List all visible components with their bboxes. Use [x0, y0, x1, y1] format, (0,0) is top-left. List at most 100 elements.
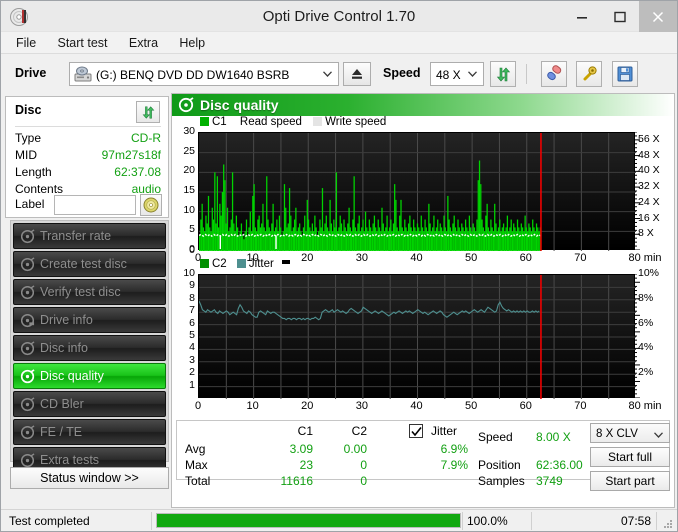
menu-file[interactable]: File [7, 32, 45, 54]
menu-help[interactable]: Help [170, 32, 214, 54]
legend-swatch-write-speed [313, 117, 322, 126]
write-strategy-select[interactable]: 8 X CLV [590, 423, 670, 443]
jitter-y2-tick: 4% [638, 341, 653, 353]
jitter-checkbox[interactable] [409, 424, 423, 438]
panel-title: Disc quality [200, 94, 279, 116]
jitter-stats-label: Jitter [431, 424, 457, 438]
jitter-y-tick: 9 [173, 279, 195, 291]
app-window: Opti Drive Control 1.70 File Start test … [0, 0, 678, 532]
disc-row-key: Type [15, 131, 41, 145]
c1-y-tick: 30 [173, 125, 195, 137]
disc-box-title: Disc [15, 103, 41, 117]
jitter-x-tick: 60 [504, 400, 548, 412]
start-part-button[interactable]: Start part [590, 471, 670, 491]
nav-item-label: Transfer rate [40, 229, 111, 243]
menu-extra[interactable]: Extra [120, 32, 167, 54]
jitter-max-value: 7.9% [392, 458, 468, 472]
stats-c1-total: 11616 [257, 474, 313, 488]
resize-grip-icon[interactable] [663, 518, 673, 528]
drive-label: Drive [15, 66, 46, 80]
menu-bar: File Start test Extra Help [1, 32, 677, 54]
jitter-plot-area [198, 274, 635, 398]
test-nav-list: Transfer rate Create test disc Verify te… [10, 220, 169, 462]
c1-y-tick: 25 [173, 145, 195, 157]
status-window-button[interactable]: Status window >> [10, 467, 169, 489]
disc-refresh-button[interactable] [136, 101, 160, 123]
start-full-button[interactable]: Start full [590, 447, 670, 467]
jitter-legend: C2 Jitter [200, 258, 293, 270]
nav-item-cd-bler[interactable]: CD Bler [13, 391, 166, 417]
disc-row-value: 97m27s18f [102, 148, 161, 162]
status-divider [656, 512, 657, 530]
c1-y-tick: 15 [173, 184, 195, 196]
jitter-x-tick: 20 [285, 400, 329, 412]
nav-item-label: CD Bler [40, 397, 84, 411]
speed-value: 48 X [436, 63, 461, 87]
nav-item-drive-info[interactable]: Drive info [13, 307, 166, 333]
disc-row-mid: MID 97m27s18f [15, 148, 161, 164]
nav-item-create-test-disc[interactable]: Create test disc [13, 251, 166, 277]
legend-swatch-black [282, 260, 290, 264]
disc-row-key: MID [15, 148, 37, 162]
drive-icon [74, 66, 92, 83]
nav-item-verify-test-disc[interactable]: Verify test disc [13, 279, 166, 305]
disc-label-input[interactable] [54, 195, 136, 215]
jitter-y-tick: 1 [173, 379, 195, 391]
maximize-button[interactable] [601, 1, 639, 32]
eject-button[interactable] [343, 62, 371, 86]
legend-label-c2: C2 [212, 258, 227, 270]
disc-create-icon [14, 257, 40, 272]
nav-item-label: Disc quality [40, 369, 104, 383]
close-button[interactable] [639, 1, 677, 32]
nav-item-disc-quality[interactable]: Disc quality [13, 363, 166, 389]
stats-c2-avg: 0.00 [317, 442, 367, 456]
disc-label-label: Label [15, 197, 44, 211]
c1-y2-tick: 8 X [638, 227, 654, 239]
nav-item-label: Disc info [40, 341, 88, 355]
c1-y2-tick: 32 X [638, 180, 660, 192]
jitter-chart: C2 Jitter 12345678910 2%4%6%8%10% 010203… [172, 256, 674, 416]
status-divider [531, 512, 532, 530]
speed-select[interactable]: 48 X [430, 62, 484, 86]
disc-test-icon [14, 229, 40, 244]
chevron-down-icon[interactable] [648, 425, 668, 445]
jitter-y2-tick: 6% [638, 317, 653, 329]
left-panel: Disc Type CD-R MID 97m27s18f Length 62:3… [5, 96, 169, 508]
jitter-x-tick: 0 [176, 400, 220, 412]
disc-label-button[interactable] [140, 194, 162, 216]
jitter-y-tick: 2 [173, 366, 195, 378]
chevron-down-icon[interactable] [317, 64, 337, 84]
speed-label: Speed [383, 66, 421, 80]
jitter-x-tick: 30 [340, 400, 384, 412]
save-button[interactable] [612, 61, 638, 87]
drive-info-icon [14, 313, 40, 328]
jitter-y2-tick: 10% [638, 267, 659, 279]
bitsetting-button[interactable] [576, 61, 602, 87]
jitter-y-tick: 3 [173, 354, 195, 366]
nav-item-disc-info[interactable]: Disc info [13, 335, 166, 361]
menu-start-test[interactable]: Start test [49, 32, 117, 54]
jitter-x-tick: 80 min [623, 400, 667, 412]
disc-row-length: Length 62:37.08 [15, 165, 161, 181]
panel-header: Disc quality [172, 94, 674, 116]
disc-verify-icon [14, 285, 40, 300]
jitter-x-tick: 40 [395, 400, 439, 412]
refresh-button[interactable] [490, 61, 516, 87]
jitter-percent-axis: 2%4%6%8%10% [638, 274, 678, 398]
nav-item-label: Drive info [40, 313, 93, 327]
disc-row-type: Type CD-R [15, 131, 161, 147]
erase-button[interactable] [541, 61, 567, 87]
nav-item-fe-te[interactable]: FE / TE [13, 419, 166, 445]
jitter-y-axis: 12345678910 [172, 274, 195, 398]
chevron-down-icon[interactable] [462, 64, 482, 84]
stats-row-avg: Avg [185, 442, 205, 456]
drive-select[interactable]: (G:) BENQ DVD DD DW1640 BSRB [69, 62, 339, 86]
jitter-x-tick: 50 [449, 400, 493, 412]
progress-percent: 100.0% [467, 510, 508, 532]
nav-item-transfer-rate[interactable]: Transfer rate [13, 223, 166, 249]
toolbar: Drive (G:) BENQ DVD DD DW1640 BSRB [1, 54, 677, 94]
jitter-y-tick: 5 [173, 329, 195, 341]
minimize-button[interactable] [563, 1, 601, 32]
disc-info-box: Disc Type CD-R MID 97m27s18f Length 62:3… [5, 96, 169, 218]
speed-stats-label: Speed [478, 430, 513, 444]
